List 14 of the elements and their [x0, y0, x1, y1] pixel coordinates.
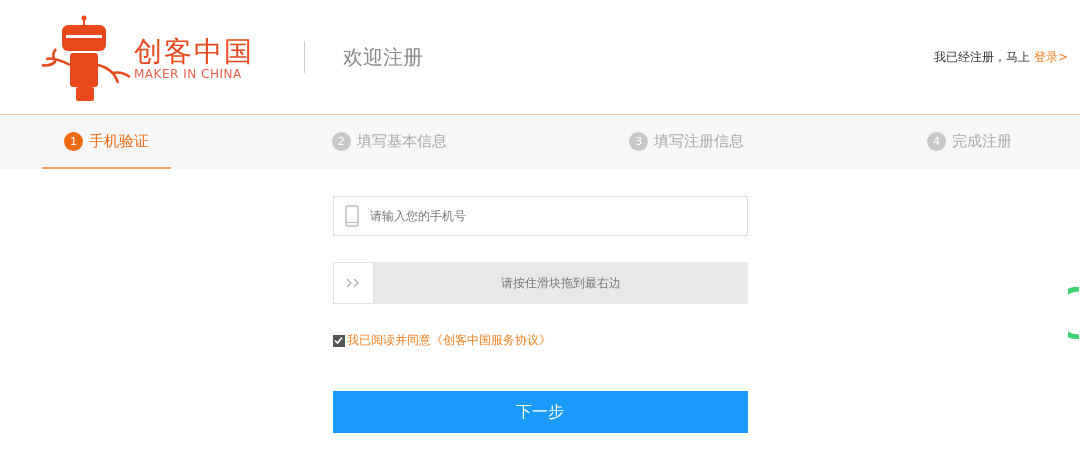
agreement-checkbox[interactable]: [332, 334, 345, 347]
login-link[interactable]: 登录>: [1033, 48, 1068, 66]
double-chevron-icon: [346, 278, 360, 288]
agreement-link[interactable]: 我已阅读并同意《创客中国服务协议》: [346, 332, 551, 349]
ring-icon: [1068, 287, 1080, 339]
phone-input-field[interactable]: 请输入您的手机号: [332, 196, 748, 236]
login-prompt: 我已经注册，马上: [933, 48, 1030, 66]
page-title: 欢迎注册: [343, 43, 423, 71]
logo-tagline: MAKER IN CHINA: [134, 67, 243, 82]
slider-hint: 请按住滑块拖到最右边: [500, 274, 621, 292]
step-tab[interactable]: 1 手机验证: [42, 115, 171, 169]
logo-name: 创客中国: [134, 36, 254, 68]
next-step-button[interactable]: 下一步: [332, 391, 748, 433]
slider-handle[interactable]: [332, 262, 374, 304]
